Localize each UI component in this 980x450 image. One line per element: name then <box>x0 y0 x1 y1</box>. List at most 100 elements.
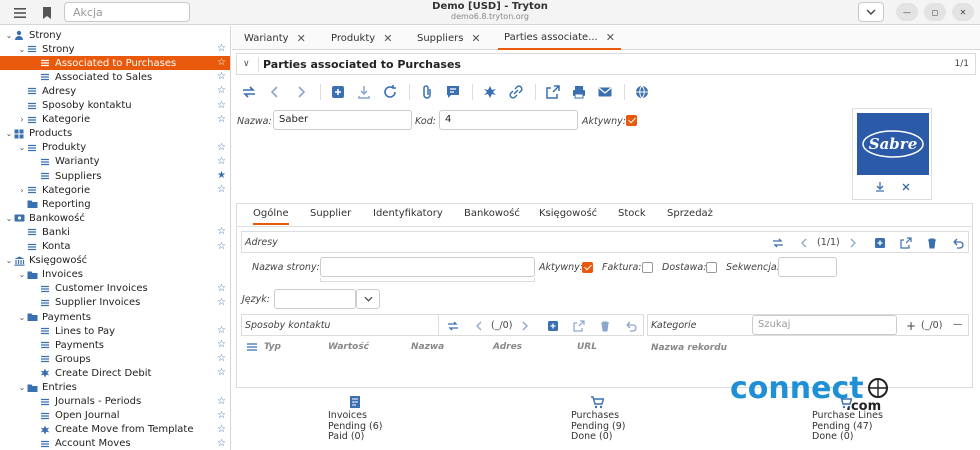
sidebar-item[interactable]: Journals - Periods ☆ <box>0 395 230 409</box>
action-icon[interactable] <box>482 84 498 100</box>
star-filled-icon[interactable]: ★ <box>217 170 226 181</box>
star-icon[interactable]: ☆ <box>217 156 226 167</box>
switch-view-icon[interactable] <box>241 84 257 100</box>
star-icon[interactable]: ☆ <box>217 241 226 252</box>
column-type[interactable]: Typ <box>264 342 281 352</box>
active-checkbox[interactable] <box>626 115 637 126</box>
star-icon[interactable]: ☆ <box>217 410 226 421</box>
sidebar-item[interactable]: Lines to Pay ☆ <box>0 324 230 338</box>
close-icon[interactable]: ✕ <box>297 32 306 45</box>
tab-supplier[interactable]: Supplier <box>310 208 351 219</box>
purchase-lines-summary[interactable]: Purchase Lines Pending (47) Done (0) <box>812 410 883 443</box>
open-report-icon[interactable] <box>545 84 561 100</box>
invoice-checkbox[interactable] <box>642 262 653 273</box>
sidebar-item[interactable]: Reporting <box>0 197 230 211</box>
sidebar-item[interactable]: Banki ☆ <box>0 225 230 239</box>
close-icon[interactable]: ✕ <box>383 32 392 45</box>
star-icon[interactable]: ☆ <box>217 85 226 96</box>
chevron-down-icon[interactable]: ⌄ <box>17 45 27 54</box>
save-icon[interactable] <box>356 84 372 100</box>
switch-view-icon[interactable] <box>772 237 784 249</box>
star-icon[interactable]: ☆ <box>217 283 226 294</box>
sidebar-item[interactable]: ⌄ Księgowość <box>0 254 230 268</box>
next-icon[interactable] <box>847 237 859 249</box>
star-icon[interactable]: ☆ <box>217 100 226 111</box>
delete-icon[interactable] <box>599 320 611 332</box>
sequence-field[interactable] <box>778 257 837 277</box>
chevron-down-icon[interactable]: ⌄ <box>4 214 14 223</box>
globe-icon[interactable] <box>634 84 650 100</box>
maximize-button[interactable]: ◻ <box>924 3 946 21</box>
star-icon[interactable]: ☆ <box>217 57 226 68</box>
action-search-input[interactable]: Akcja <box>64 2 190 22</box>
hamburger-menu-icon[interactable] <box>12 5 28 21</box>
previous-icon[interactable] <box>473 320 485 332</box>
bookmark-icon[interactable] <box>39 5 55 21</box>
chevron-down-icon[interactable]: ∨ <box>243 59 250 69</box>
sidebar-item[interactable]: Payments ☆ <box>0 338 230 352</box>
party-name-field[interactable] <box>320 257 535 277</box>
email-icon[interactable] <box>597 84 613 100</box>
sidebar-item[interactable]: ⌄ Strony ☆ <box>0 42 230 56</box>
sidebar-item[interactable]: Groups ☆ <box>0 352 230 366</box>
column-value[interactable]: Wartość <box>328 342 369 352</box>
star-icon[interactable]: ☆ <box>217 367 226 378</box>
sidebar-item[interactable]: Adresy ☆ <box>0 84 230 98</box>
tab-banking[interactable]: Bankowość <box>464 208 520 219</box>
chevron-down-icon[interactable]: ⌄ <box>17 270 27 279</box>
sidebar-item[interactable]: Associated to Sales ☆ <box>0 70 230 84</box>
add-icon[interactable] <box>547 320 559 332</box>
delivery-checkbox[interactable] <box>706 262 717 273</box>
sidebar-item[interactable]: Customer Invoices ☆ <box>0 282 230 296</box>
remove-icon[interactable]: — <box>953 319 963 330</box>
menu-dropdown-button[interactable] <box>858 2 884 22</box>
add-icon[interactable]: + <box>906 319 916 333</box>
sidebar-item[interactable]: ⌄ Produkty ☆ <box>0 141 230 155</box>
close-icon[interactable]: ✕ <box>606 31 615 44</box>
name-field[interactable]: Saber <box>273 110 412 130</box>
invoices-summary[interactable]: Invoices Pending (6) Paid (0) <box>328 410 382 443</box>
star-icon[interactable]: ☆ <box>217 114 226 125</box>
new-record-icon[interactable] <box>330 84 346 100</box>
sidebar-item[interactable]: ⌄ Entries <box>0 381 230 395</box>
star-icon[interactable]: ☆ <box>217 424 226 435</box>
previous-record-icon[interactable] <box>267 84 283 100</box>
column-url[interactable]: URL <box>577 342 597 352</box>
sidebar-item[interactable]: Sposoby kontaktu ☆ <box>0 99 230 113</box>
next-record-icon[interactable] <box>293 84 309 100</box>
sidebar-item[interactable]: › Kategorie ☆ <box>0 113 230 127</box>
chevron-down-icon[interactable]: ⌄ <box>4 256 14 265</box>
chevron-down-icon[interactable]: ⌄ <box>4 31 14 40</box>
star-icon[interactable]: ☆ <box>217 297 226 308</box>
close-icon[interactable]: ✕ <box>471 32 480 45</box>
tab-suppliers[interactable]: Suppliers ✕ <box>417 26 481 50</box>
sidebar-item[interactable]: Suppliers ★ <box>0 169 230 183</box>
switch-view-icon[interactable] <box>447 320 459 332</box>
clear-icon[interactable] <box>900 181 912 193</box>
sidebar-item[interactable]: Create Move from Template ☆ <box>0 423 230 437</box>
address-active-checkbox[interactable] <box>582 262 593 273</box>
delete-icon[interactable] <box>926 237 938 249</box>
chevron-down-icon[interactable]: ⌄ <box>17 383 27 392</box>
column-name[interactable]: Nazwa <box>411 342 444 352</box>
star-icon[interactable]: ☆ <box>217 43 226 54</box>
star-icon[interactable]: ☆ <box>217 142 226 153</box>
minimize-button[interactable]: — <box>896 3 918 21</box>
print-icon[interactable] <box>571 84 587 100</box>
sidebar-item[interactable]: ⌄ Products <box>0 127 230 141</box>
open-icon[interactable] <box>900 237 912 249</box>
sidebar-item[interactable]: Create Direct Debit ☆ <box>0 366 230 380</box>
tab-produkty[interactable]: Produkty ✕ <box>331 26 392 50</box>
sidebar-item[interactable]: Associated to Purchases ☆ <box>0 56 230 71</box>
chevron-down-icon[interactable]: ⌄ <box>17 313 27 322</box>
add-icon[interactable] <box>874 237 886 249</box>
next-icon[interactable] <box>519 320 531 332</box>
sidebar-item[interactable]: Account Moves ☆ <box>0 437 230 450</box>
sidebar-item[interactable]: Supplier Invoices ☆ <box>0 296 230 310</box>
sidebar-item[interactable]: › Kategorie ☆ <box>0 183 230 197</box>
chevron-right-icon[interactable]: › <box>17 186 27 195</box>
tab-stock[interactable]: Stock <box>618 208 646 219</box>
code-field[interactable]: 4 <box>439 110 578 130</box>
sidebar-item[interactable]: ⌄ Strony <box>0 28 230 42</box>
reload-icon[interactable] <box>382 84 398 100</box>
